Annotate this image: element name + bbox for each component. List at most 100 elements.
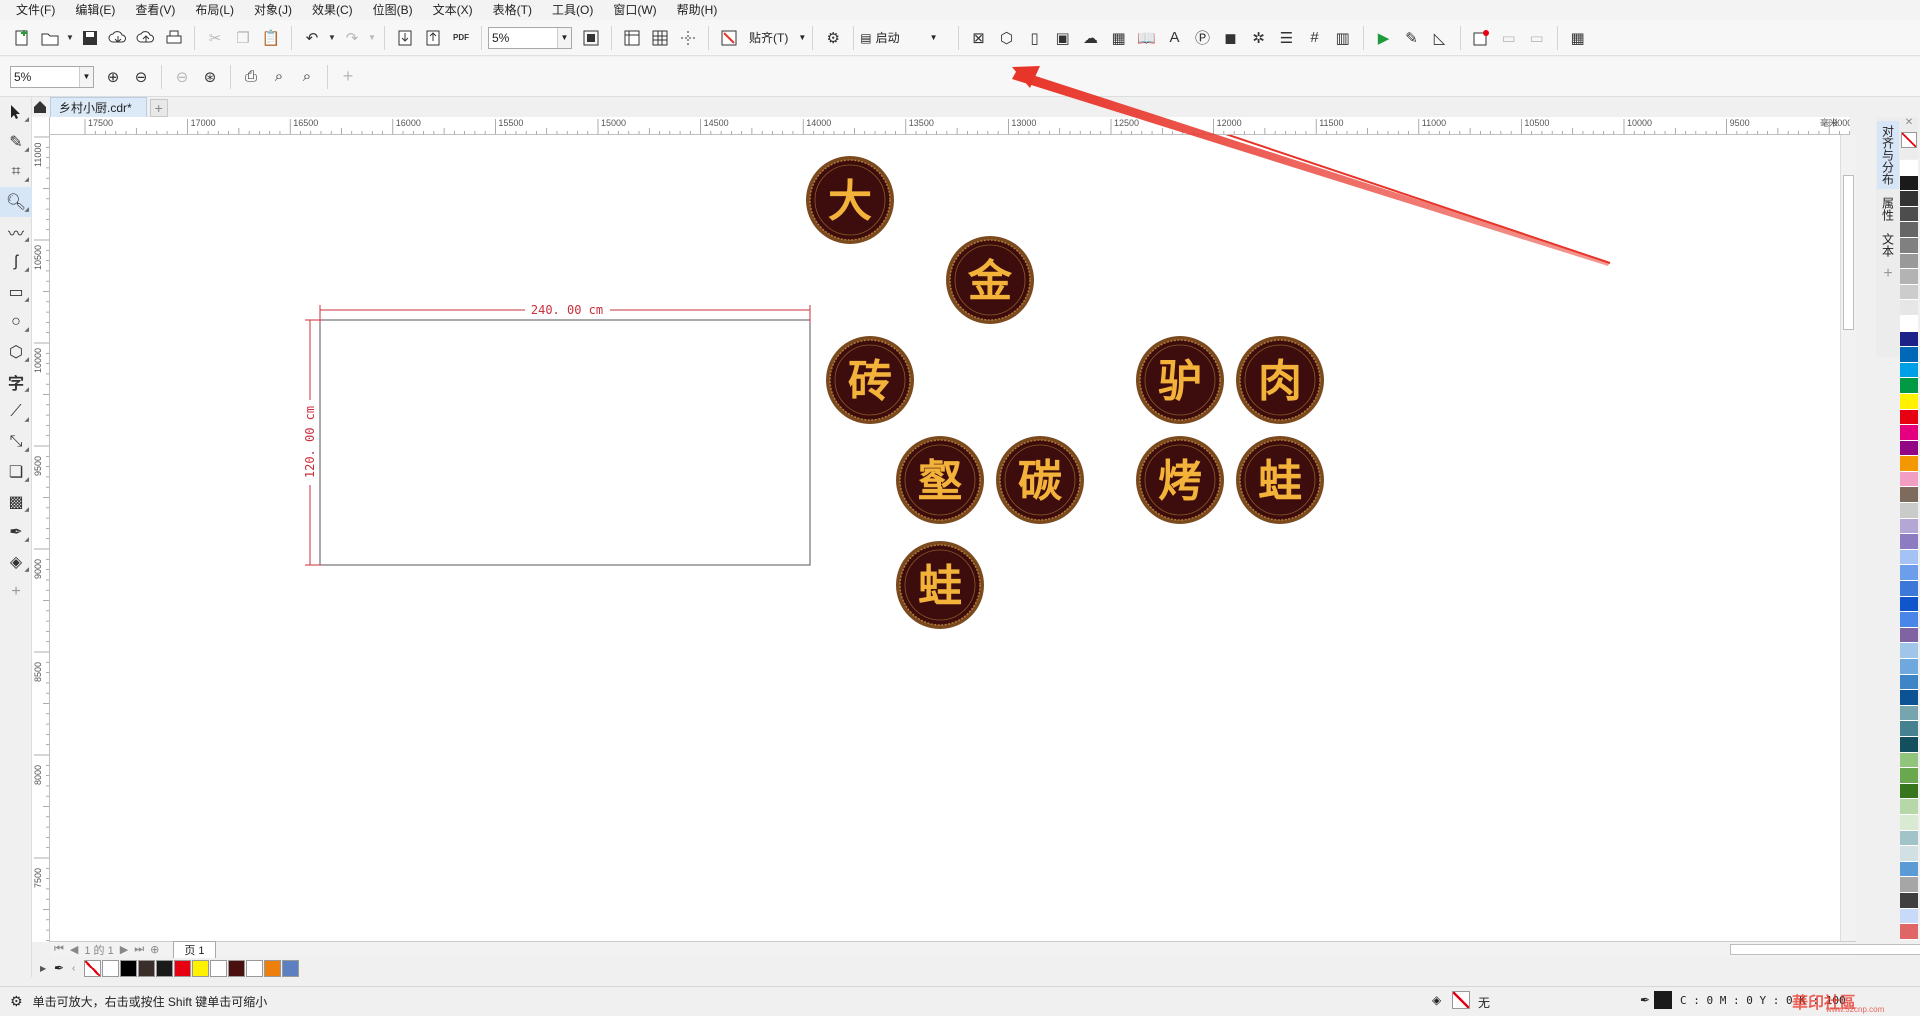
menu-item[interactable]: 窗口(W) bbox=[603, 0, 666, 20]
medal-badge[interactable]: 肉 bbox=[1236, 336, 1324, 424]
eyedropper-tool-icon[interactable]: ✒ ◢ bbox=[0, 517, 32, 547]
palette-swatch[interactable] bbox=[1900, 300, 1918, 316]
snap-to-dropdown[interactable]: 贴齐(T) ▼ bbox=[749, 29, 806, 46]
freehand-tool-icon[interactable]: 〰 ◢ bbox=[0, 217, 32, 247]
palette-swatch[interactable] bbox=[1900, 362, 1918, 379]
show-guidelines-icon[interactable] bbox=[675, 25, 701, 51]
palette-swatch[interactable] bbox=[1900, 861, 1918, 878]
palette-swatch[interactable] bbox=[1900, 331, 1918, 348]
menu-item[interactable]: 对象(J) bbox=[244, 0, 302, 20]
macro-ruler-icon[interactable]: ◺ bbox=[1427, 25, 1453, 51]
chevron-down-icon[interactable]: ▼ bbox=[65, 25, 75, 51]
table-icon[interactable]: ▦ bbox=[1565, 25, 1591, 51]
add-page-icon[interactable]: ⊕ bbox=[150, 943, 159, 956]
page-next-icon[interactable]: ▶ bbox=[120, 943, 128, 956]
docker-tab-text[interactable]: 文本 bbox=[1877, 229, 1899, 261]
palette-swatch[interactable] bbox=[1900, 440, 1918, 457]
palette-swatch[interactable] bbox=[1900, 409, 1918, 426]
cloud-export-icon[interactable] bbox=[133, 25, 159, 51]
no-color-swatch[interactable] bbox=[1901, 132, 1917, 148]
paste-icon[interactable]: 📋 bbox=[258, 25, 284, 51]
palette-swatch[interactable] bbox=[1900, 160, 1918, 176]
zoom-level-input[interactable]: 5% ▼ bbox=[10, 65, 94, 88]
fill-swatch[interactable] bbox=[1452, 991, 1470, 1009]
document-palette-swatch[interactable] bbox=[228, 959, 245, 977]
plugin-book-icon[interactable]: 📖 bbox=[1134, 25, 1160, 51]
palette-swatch[interactable] bbox=[1900, 643, 1918, 659]
cut-icon[interactable]: ✂ bbox=[202, 25, 228, 51]
palette-swatch[interactable] bbox=[1900, 565, 1918, 582]
add-tab-icon[interactable]: + bbox=[149, 99, 168, 117]
document-palette-swatch[interactable] bbox=[138, 959, 155, 977]
page-first-icon[interactable]: ⏮ bbox=[54, 943, 64, 956]
medal-badge[interactable]: 大 bbox=[806, 156, 894, 244]
zoom-out-icon[interactable]: ⊖ bbox=[128, 64, 154, 90]
cloud-import-icon[interactable] bbox=[105, 25, 131, 51]
new-document-icon[interactable] bbox=[9, 25, 35, 51]
chevron-down-icon[interactable]: ▼ bbox=[327, 25, 337, 51]
options-gear-icon[interactable]: ⚙ bbox=[820, 25, 846, 51]
vertical-scroll-thumb[interactable] bbox=[1843, 175, 1854, 330]
ellipse-tool-icon[interactable]: ○ ◢ bbox=[0, 307, 32, 337]
print-icon[interactable] bbox=[161, 25, 187, 51]
palette-swatch[interactable] bbox=[1900, 191, 1918, 207]
shape-tool-icon[interactable]: ✎ ◢ bbox=[0, 127, 32, 157]
plugin-image-icon[interactable]: ▣ bbox=[1050, 25, 1076, 51]
page-last-icon[interactable]: ⏭ bbox=[134, 943, 144, 956]
menu-item[interactable]: 效果(C) bbox=[302, 0, 363, 20]
palette-swatch[interactable] bbox=[1900, 487, 1918, 504]
open-folder-icon[interactable] bbox=[37, 25, 63, 51]
application-launcher[interactable]: ▤ 启动 ▼ bbox=[860, 29, 937, 46]
redo-icon[interactable]: ↷ bbox=[339, 25, 365, 51]
menu-item[interactable]: 编辑(E) bbox=[65, 0, 125, 20]
palette-swatch[interactable] bbox=[1900, 378, 1918, 394]
palette-swatch[interactable] bbox=[1900, 596, 1918, 613]
copy-icon[interactable]: ❐ bbox=[230, 25, 256, 51]
palette-swatch[interactable] bbox=[1900, 253, 1918, 270]
palette-expand-icon[interactable]: ▶ bbox=[40, 964, 54, 973]
zoom-to-all-objects-icon[interactable]: ⊛ bbox=[197, 64, 223, 90]
palette-swatch[interactable] bbox=[1900, 877, 1918, 893]
zoom-level-combo[interactable]: 5% ▼ bbox=[488, 26, 572, 49]
show-rulers-icon[interactable] bbox=[619, 25, 645, 51]
vertical-scrollbar[interactable] bbox=[1840, 135, 1856, 941]
palette-swatch[interactable] bbox=[1900, 830, 1918, 847]
palette-swatch[interactable] bbox=[1900, 206, 1918, 223]
palette-swatch[interactable] bbox=[1900, 612, 1918, 628]
plugin-gear-icon[interactable]: ✲ bbox=[1246, 25, 1272, 51]
palette-swatch[interactable] bbox=[1900, 924, 1918, 940]
medal-badge[interactable]: 蛙 bbox=[1236, 436, 1324, 524]
horizontal-ruler[interactable]: 17500 17000 16500 16000 15500 15000 14500 14000… bbox=[50, 117, 1850, 135]
zoom-to-page-height-icon[interactable]: ⌕ bbox=[294, 64, 320, 90]
docker-tab-properties[interactable]: 属性 bbox=[1877, 193, 1899, 225]
plugin-grid-icon[interactable]: # bbox=[1302, 25, 1328, 51]
stop-macro-icon[interactable]: ▭ bbox=[1524, 25, 1550, 51]
zoom-tool-icon[interactable]: 🔍︎ ◢ bbox=[0, 187, 32, 217]
document-palette-swatch[interactable] bbox=[264, 959, 281, 977]
menu-item[interactable]: 查看(V) bbox=[125, 0, 185, 20]
transparency-tool-icon[interactable]: ▩ ◢ bbox=[0, 487, 32, 517]
add-docker-icon[interactable]: + bbox=[1876, 265, 1900, 283]
pdf-export-button[interactable]: PDF bbox=[448, 25, 474, 51]
palette-scroll-left-icon[interactable]: ‹ bbox=[72, 963, 84, 974]
palette-swatch[interactable] bbox=[1900, 503, 1918, 519]
zoom-to-page-icon[interactable]: ⎙ bbox=[238, 64, 264, 90]
full-screen-icon[interactable] bbox=[578, 25, 604, 51]
zoom-to-selected-icon[interactable]: ⊖ bbox=[169, 64, 195, 90]
menu-item[interactable]: 帮助(H) bbox=[667, 0, 728, 20]
chevron-down-icon[interactable]: ▼ bbox=[367, 25, 377, 51]
document-palette-swatch[interactable] bbox=[246, 959, 263, 977]
medal-group[interactable]: 大金砖驴肉壑碳烤蛙蛙 bbox=[806, 156, 1324, 629]
plugin-box-icon[interactable]: ◼ bbox=[1218, 25, 1244, 51]
record-macro-icon[interactable] bbox=[1468, 25, 1494, 51]
medal-badge[interactable]: 砖 bbox=[826, 336, 914, 424]
document-palette-swatch[interactable] bbox=[174, 959, 191, 977]
connector-tool-icon[interactable]: ⤡ ◢ bbox=[0, 427, 32, 457]
medal-badge[interactable]: 金 bbox=[946, 236, 1034, 324]
palette-swatch[interactable] bbox=[1900, 814, 1918, 831]
palette-swatch[interactable] bbox=[1900, 549, 1918, 566]
palette-swatch[interactable] bbox=[1900, 799, 1918, 815]
rectangle-tool-icon[interactable]: ▭ ◢ bbox=[0, 277, 32, 307]
menu-item[interactable]: 文件(F) bbox=[6, 0, 65, 20]
palette-swatch[interactable] bbox=[1900, 284, 1918, 301]
